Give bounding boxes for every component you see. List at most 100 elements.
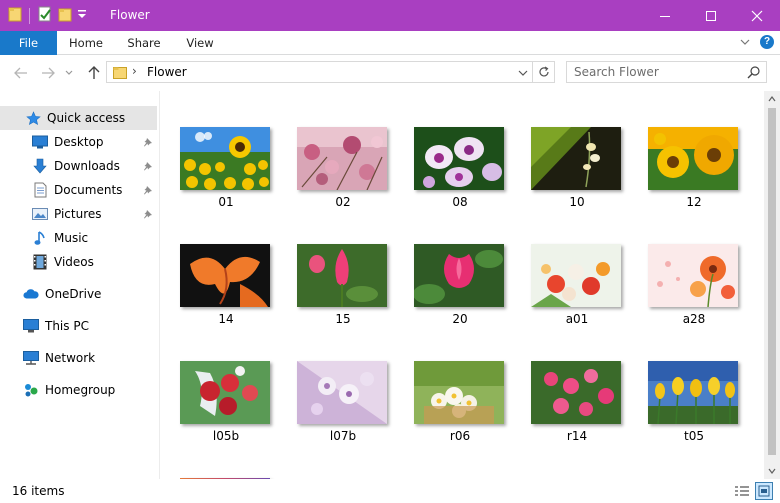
pin-icon[interactable]	[143, 160, 153, 174]
up-arrow-icon	[88, 66, 100, 79]
toolbar-separator	[29, 7, 30, 24]
nav-label: This PC	[45, 319, 89, 333]
thumbnail-image	[648, 244, 738, 307]
thumbnail-image	[531, 244, 621, 307]
details-view-button[interactable]	[733, 482, 751, 500]
new-folder-icon[interactable]	[57, 6, 73, 25]
file-name: a01	[565, 312, 589, 326]
refresh-button[interactable]	[533, 61, 555, 83]
tab-home[interactable]: Home	[62, 31, 110, 55]
file-item[interactable]: l07b	[297, 361, 389, 447]
search-box[interactable]	[566, 61, 767, 83]
minimize-button[interactable]	[642, 0, 688, 31]
file-item[interactable]: r06	[414, 361, 506, 447]
forward-arrow-icon	[42, 67, 55, 79]
expand-ribbon-icon[interactable]	[740, 35, 750, 49]
file-item[interactable]: l05b	[180, 361, 272, 447]
homegroup-icon	[23, 382, 39, 398]
nav-label: Music	[54, 231, 89, 245]
address-bar[interactable]: › Flower	[106, 61, 533, 83]
file-item[interactable]: 14	[180, 244, 272, 330]
thumbnail-image	[648, 361, 738, 424]
file-view: 01 02 08 10 12 14 15 20 a01 a28 l05b l07…	[161, 91, 764, 479]
file-item[interactable]: 10	[531, 127, 623, 213]
vertical-scrollbar[interactable]	[764, 91, 780, 479]
thumbnail-image	[297, 127, 387, 190]
file-item[interactable]: 12	[648, 127, 740, 213]
pin-icon[interactable]	[143, 184, 153, 198]
item-count: 16 items	[12, 484, 65, 498]
document-icon	[32, 182, 48, 198]
cloud-icon	[23, 286, 39, 302]
file-item[interactable]: 02	[297, 127, 389, 213]
nav-onedrive[interactable]: OneDrive	[0, 282, 157, 306]
properties-icon[interactable]	[37, 6, 53, 25]
back-button[interactable]	[12, 64, 30, 82]
large-icons-view-button[interactable]	[755, 482, 773, 500]
close-icon	[751, 10, 763, 21]
maximize-button[interactable]	[688, 0, 734, 31]
thumbnail-image	[648, 127, 738, 190]
music-note-icon	[32, 230, 48, 246]
file-item[interactable]: 01	[180, 127, 272, 213]
file-item[interactable]: r14	[531, 361, 623, 447]
status-bar: 16 items	[0, 479, 780, 503]
nav-this-pc[interactable]: This PC	[0, 314, 157, 338]
nav-item-downloads[interactable]: Downloads	[0, 154, 157, 178]
file-name: a28	[682, 312, 706, 326]
address-dropdown-icon[interactable]	[518, 66, 528, 80]
file-name: r06	[449, 429, 471, 443]
file-name: t05	[684, 429, 704, 443]
thumbnail-image	[414, 361, 504, 424]
nav-item-desktop[interactable]: Desktop	[0, 130, 157, 154]
window-title: Flower	[110, 8, 150, 22]
nav-item-videos[interactable]: Videos	[0, 250, 157, 274]
pin-icon[interactable]	[143, 208, 153, 222]
thumbnail-image	[414, 244, 504, 307]
search-icon[interactable]	[747, 65, 761, 82]
help-button[interactable]: ?	[760, 35, 774, 49]
recent-locations-button[interactable]	[63, 64, 75, 82]
tab-view[interactable]: View	[177, 31, 223, 55]
file-name: 20	[452, 312, 468, 326]
thumbnail-image	[297, 244, 387, 307]
file-item[interactable]: t05	[648, 361, 740, 447]
scroll-up-button[interactable]	[764, 91, 780, 107]
file-item[interactable]: a01	[531, 244, 623, 330]
thumbnail-image	[180, 361, 270, 424]
scrollbar-thumb[interactable]	[768, 108, 776, 455]
nav-item-music[interactable]: Music	[0, 226, 157, 250]
nav-quick-access[interactable]: Quick access	[0, 106, 157, 130]
thumbnail-image	[414, 127, 504, 190]
close-button[interactable]	[734, 0, 780, 31]
forward-button[interactable]	[39, 64, 57, 82]
nav-label: Downloads	[54, 159, 120, 173]
address-row: › Flower	[0, 55, 780, 91]
film-icon	[32, 254, 48, 270]
scroll-down-button[interactable]	[764, 463, 780, 479]
pin-icon[interactable]	[143, 136, 153, 150]
nav-network[interactable]: Network	[0, 346, 157, 370]
minimize-icon	[660, 15, 670, 17]
file-item[interactable]: 20	[414, 244, 506, 330]
nav-label: Network	[45, 351, 96, 365]
chevron-down-icon	[65, 70, 73, 75]
customize-toolbar-icon[interactable]	[77, 7, 87, 24]
file-name: 12	[686, 195, 702, 209]
file-item[interactable]: a28	[648, 244, 740, 330]
nav-label: Desktop	[54, 135, 104, 149]
search-input[interactable]	[567, 62, 742, 82]
thumbnail-image	[297, 361, 387, 424]
nav-item-documents[interactable]: Documents	[0, 178, 157, 202]
file-item[interactable]: 08	[414, 127, 506, 213]
nav-item-pictures[interactable]: Pictures	[0, 202, 157, 226]
up-button[interactable]	[85, 64, 103, 82]
nav-homegroup[interactable]: Homegroup	[0, 378, 157, 402]
tab-file[interactable]: File	[0, 31, 57, 55]
folder-icon	[113, 66, 127, 82]
maximize-icon	[706, 10, 716, 21]
breadcrumb-current[interactable]: Flower	[147, 65, 187, 79]
tab-share[interactable]: Share	[120, 31, 168, 55]
file-item[interactable]: 15	[297, 244, 389, 330]
breadcrumb-separator[interactable]: ›	[132, 64, 137, 78]
